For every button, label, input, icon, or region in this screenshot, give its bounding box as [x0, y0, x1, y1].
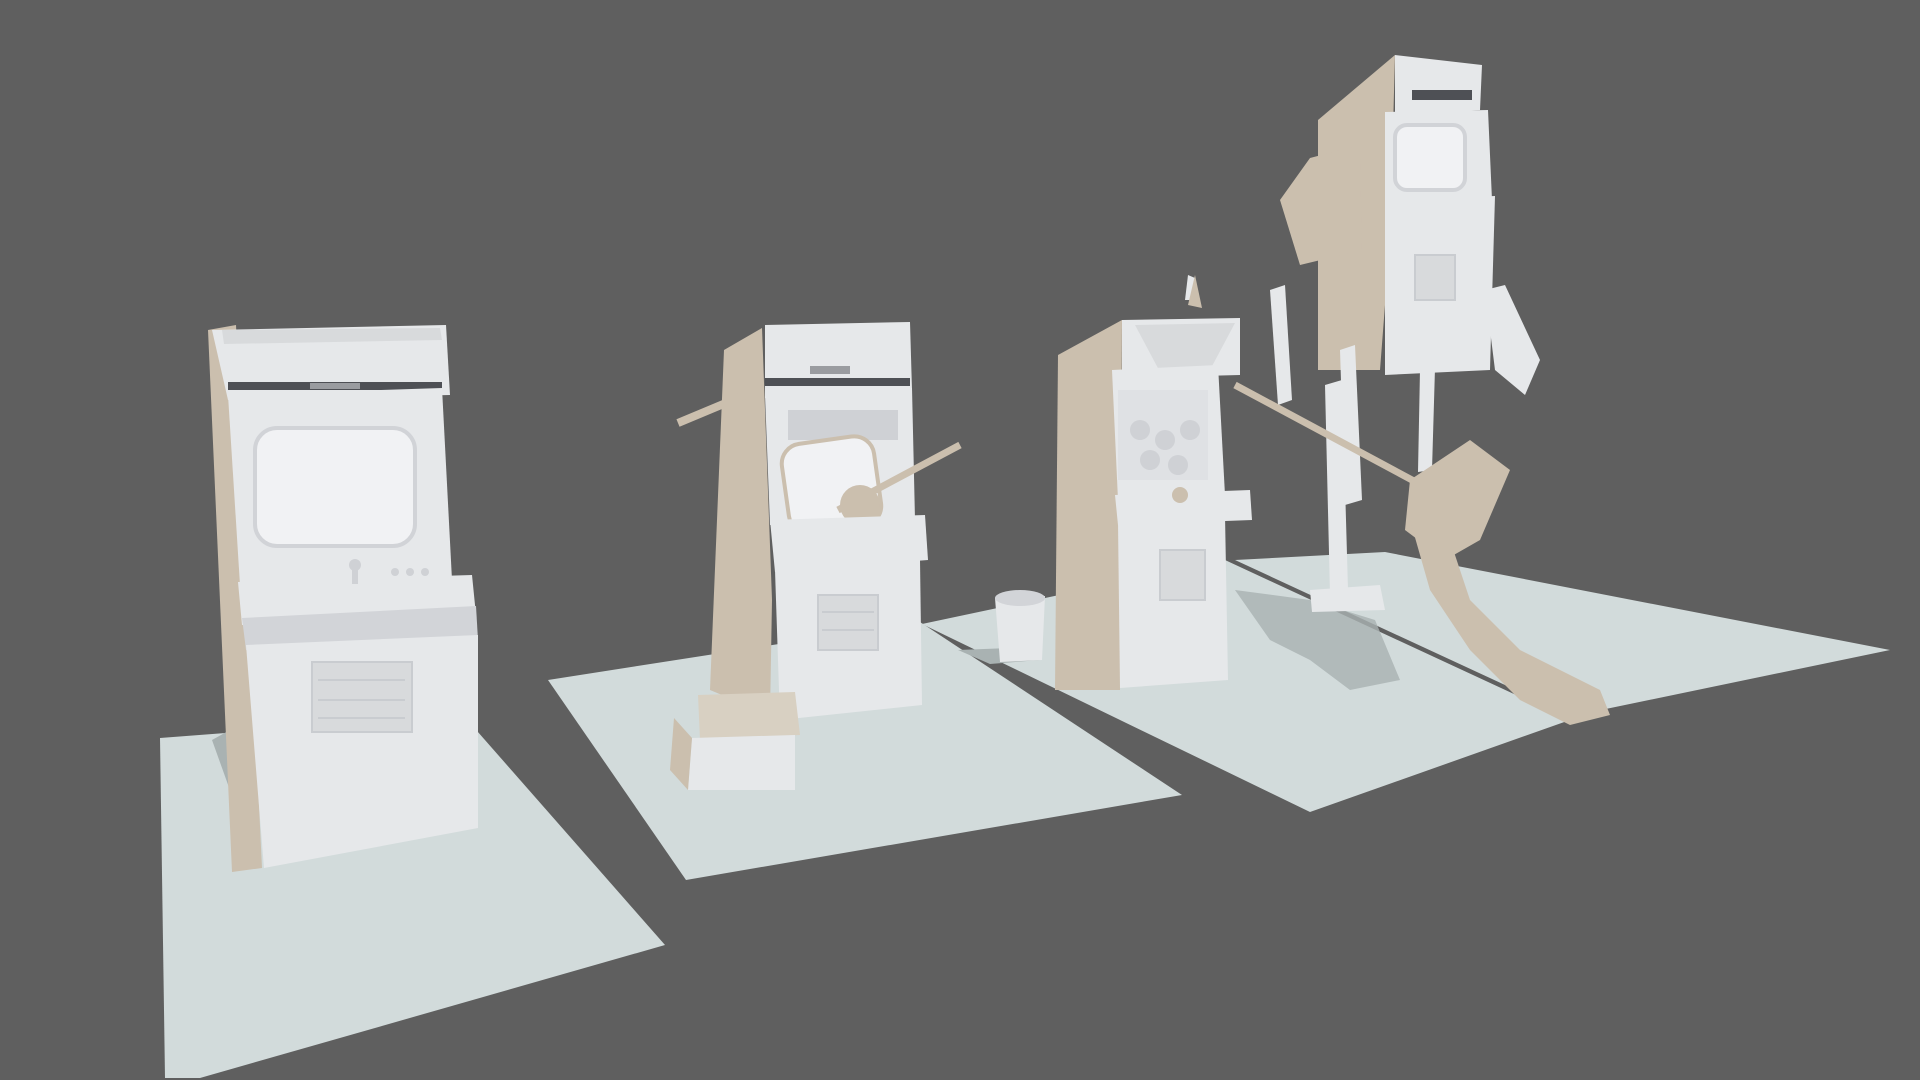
- bucket: [995, 590, 1045, 662]
- crt-screen: [253, 426, 417, 548]
- robot-screen: [1393, 123, 1467, 192]
- arcade-cabinet-plain: [208, 325, 478, 872]
- viewport-scene: [0, 0, 1920, 1080]
